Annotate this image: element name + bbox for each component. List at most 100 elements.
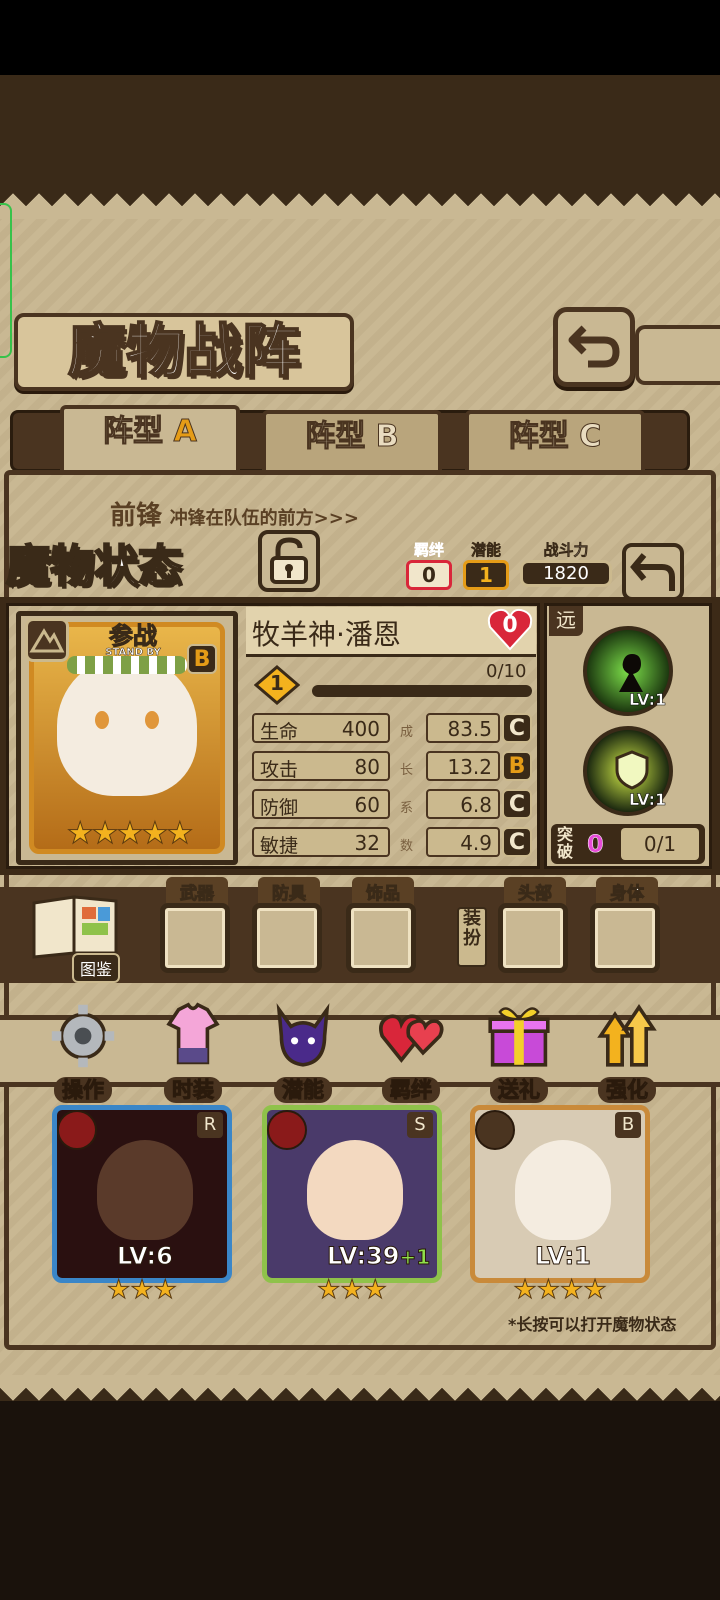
roster-card[interactable]: R LV:6: [52, 1105, 232, 1283]
status-back-button[interactable]: [622, 543, 684, 601]
codex-button[interactable]: 图鉴: [28, 891, 128, 983]
breakthrough-count: 0: [587, 830, 604, 859]
menu-button-4[interactable]: 羁绊: [368, 1000, 454, 1105]
demon-icon: [260, 1000, 346, 1074]
menu-button-5[interactable]: 送礼: [476, 1000, 562, 1105]
roster-rank-badge: S: [407, 1112, 433, 1138]
monster-portrait-frame[interactable]: 参战 STAND BY B ★★★★★: [16, 611, 238, 865]
stat-row: 敏捷 32 数 4.9 C: [252, 825, 534, 859]
monster-stars: ★★★★★: [59, 816, 199, 852]
star-icon: ★: [166, 816, 194, 852]
power-label: 战斗力: [543, 541, 589, 560]
equip-slot-label: 武器: [166, 877, 228, 906]
gift-icon: [476, 1000, 562, 1074]
roster-card[interactable]: S LV:39+1: [262, 1105, 442, 1283]
stat-row: 生命 400 成 83.5 C: [252, 711, 534, 745]
tab-formation-c[interactable]: 阵型 C: [465, 410, 645, 470]
growth-cell: 13.2: [426, 751, 500, 781]
equip-label-text: 身体: [610, 884, 645, 905]
padlock-icon: [270, 537, 308, 584]
tab-letter: C: [579, 419, 602, 455]
mountain-icon: [29, 628, 65, 653]
grade-badge: B: [502, 751, 532, 781]
roster-stars: ★★★★: [470, 1275, 650, 1306]
tab-formation-b[interactable]: 阵型 B: [262, 410, 442, 470]
tab-formation-a[interactable]: 阵型 A: [60, 405, 240, 473]
equip-slot-4[interactable]: [498, 903, 568, 973]
heart-badge[interactable]: 0: [486, 607, 534, 651]
star-icon: ★: [153, 1275, 177, 1306]
back-button-tail: [635, 325, 720, 385]
codex-label: 图鉴: [72, 953, 121, 983]
equip-slot-2[interactable]: [252, 903, 322, 973]
stat-cell: 防御 60: [252, 789, 390, 819]
monster-name: 牧羊神·潘恩: [252, 618, 401, 651]
breakthrough-row[interactable]: 突破 0 0/1: [551, 824, 705, 864]
growth-value: 13.2: [447, 755, 492, 779]
equip-slot-5[interactable]: [590, 903, 660, 973]
vanguard-row: 前锋 冲锋在队伍的前方>>>: [110, 495, 359, 532]
equip-label-text: 武器: [180, 884, 215, 905]
side-tab[interactable]: [0, 203, 12, 358]
tab-letter: A: [173, 414, 197, 450]
equip-slot-label: 防具: [258, 877, 320, 906]
equip-label-text: 头部: [518, 884, 553, 905]
roster-card[interactable]: B LV:1: [470, 1105, 650, 1283]
growth-char: 数: [400, 839, 414, 854]
equip-label-text: 防具: [272, 884, 307, 905]
dress-tag: 装扮: [457, 907, 487, 967]
roster-level-text: LV:1: [535, 1242, 592, 1271]
stat-value: 80: [354, 755, 380, 779]
page-title-text: 魔物战阵: [67, 316, 301, 386]
grade-text: B: [508, 754, 526, 779]
roster-level: LV:6: [117, 1242, 174, 1271]
potential-label: 潜能: [470, 541, 502, 560]
power-counter: 战斗力 1820: [520, 539, 612, 591]
heart-count: 0: [502, 613, 518, 638]
menu-button-1[interactable]: 操作: [40, 1000, 126, 1105]
vanguard-label: 前锋: [110, 501, 163, 531]
dress-icon: [150, 1000, 236, 1074]
star-icon: ★: [141, 816, 169, 852]
tab-label: 阵型: [103, 414, 164, 450]
hint-value: *长按可以打开魔物状态: [508, 1315, 677, 1334]
equip-slot-3[interactable]: [346, 903, 416, 973]
stat-row: 防御 60 系 6.8 C: [252, 787, 534, 821]
stat-value: 32: [354, 831, 380, 855]
monster-portrait: [57, 656, 197, 796]
bottom-shadow: [0, 1401, 720, 1470]
skill-slot-1[interactable]: LV:1: [583, 626, 673, 716]
menu-button-3[interactable]: 潜能: [260, 1000, 346, 1105]
roster-rank-badge: R: [197, 1112, 223, 1138]
roster-portrait: [97, 1140, 193, 1240]
exp-text: 0/10: [486, 661, 526, 682]
lock-button[interactable]: [258, 530, 320, 592]
menu-label: 操作: [54, 1077, 112, 1103]
range-label: 远: [556, 608, 576, 632]
hint-text: *长按可以打开魔物状态: [508, 1311, 676, 1335]
potential-counter: 潜能 1: [463, 539, 509, 591]
rank-text: B: [193, 647, 211, 672]
menu-button-6[interactable]: 强化: [584, 1000, 670, 1105]
menu-button-2[interactable]: 时装: [150, 1000, 236, 1105]
name-bar: 牧羊神·潘恩 0: [246, 607, 536, 657]
element-badge: [267, 1110, 307, 1150]
breakthrough-progress: 0/1: [621, 828, 699, 860]
nav-bar: [0, 1470, 720, 1600]
grade-badge: C: [502, 713, 532, 743]
tab-label: 阵型: [508, 419, 569, 455]
back-button[interactable]: [553, 307, 635, 387]
stat-label: 防御: [260, 797, 299, 819]
equip-slot-1[interactable]: [160, 903, 230, 973]
stats-table: 生命 400 成 83.5 C 攻击 80 长 13.2 B 防御 60 系 6.8 C 敏捷 32 数 4.9 C: [252, 711, 534, 861]
star-icon: ★: [116, 816, 144, 852]
vanguard-desc: 冲锋在队伍的前方>>>: [169, 508, 359, 529]
class-badge: [25, 618, 69, 662]
equip-slot-label: 头部: [504, 877, 566, 906]
grade-text: C: [508, 830, 526, 855]
bond-value: 0: [406, 560, 452, 590]
equip-slot-label: 身体: [596, 877, 658, 906]
stat-cell: 生命 400: [252, 713, 390, 743]
skill-slot-2[interactable]: LV:1: [583, 726, 673, 816]
element-badge: [57, 1110, 97, 1150]
